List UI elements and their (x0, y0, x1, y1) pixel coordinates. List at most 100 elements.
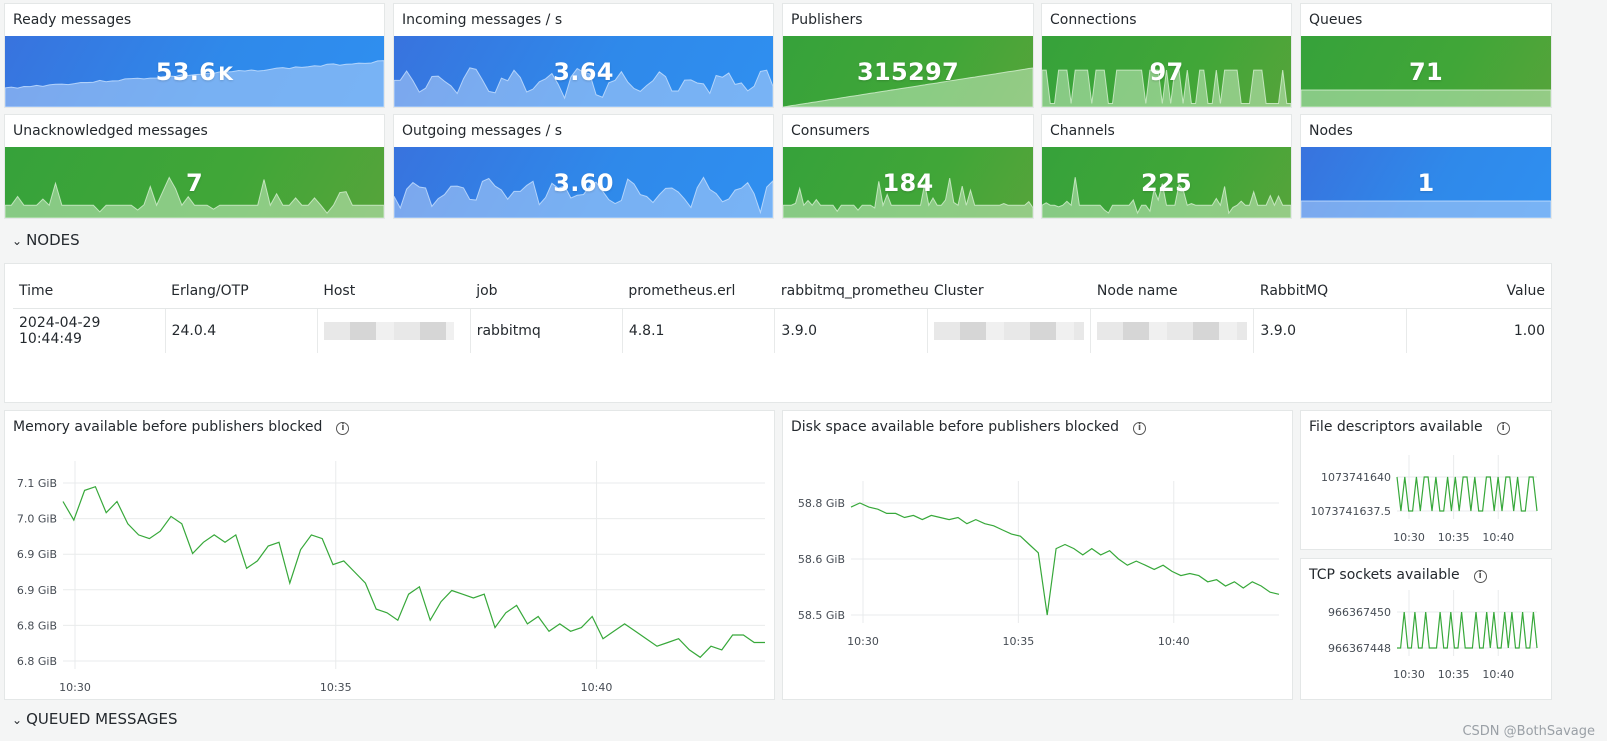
y-tick-label: 58.6 GiB (798, 553, 845, 566)
stat-title: Publishers (791, 12, 863, 28)
x-tick-label: 10:30 (59, 681, 91, 694)
chevron-down-icon: ⌄ (12, 713, 23, 727)
y-tick-label: 58.8 GiB (798, 497, 845, 510)
stat-value: 315297 (857, 57, 959, 86)
x-tick-label: 10:40 (581, 681, 613, 694)
x-tick-label: 10:40 (1482, 531, 1514, 544)
stat-panel: Consumers 184 (782, 114, 1034, 219)
fd-graph-panel: File descriptors available i 1073741640 10… (1300, 410, 1552, 550)
table-row: 2024-04-29 10:44:49 24.0.4 rabbitmq 4.8.… (13, 308, 1551, 353)
stat-value: 71 (1409, 57, 1443, 86)
redacted-host (323, 322, 454, 340)
column-header[interactable]: Node name (1090, 274, 1254, 309)
y-tick-label: 6.9 GiB (17, 584, 57, 597)
memory-chart: 7.1 GiB 7.0 GiB 6.9 GiB 6.9 GiB 6.8 GiB 6.8 G… (17, 461, 765, 694)
x-tick-label: 10:30 (1393, 531, 1425, 544)
stat-body: 184 (783, 147, 1033, 218)
stat-panel: Connections 97 (1041, 3, 1292, 108)
y-tick-label: 966367448 (1328, 642, 1391, 655)
watermark: CSDN @BothSavage (1462, 724, 1595, 739)
column-header[interactable]: Cluster (927, 274, 1091, 309)
stat-title: Ready messages (13, 12, 132, 28)
y-tick-label: 966367450 (1328, 606, 1391, 619)
redacted-cluster (934, 322, 1085, 340)
column-header[interactable]: Host (317, 274, 471, 309)
cell-job: rabbitmq (470, 308, 623, 353)
y-tick-label: 7.0 GiB (17, 513, 57, 526)
disk-chart: 58.8 GiB 58.6 GiB 58.5 GiB10:30 10:35 10:40 (798, 481, 1280, 648)
nodes-table-panel: Time Erlang/OTP Host job prometheus.erl … (4, 263, 1552, 403)
x-tick-label: 10:35 (320, 681, 352, 694)
section-queued-messages-toggle[interactable]: ⌄ QUEUED MESSAGES (12, 710, 177, 728)
stat-title: Channels (1050, 123, 1115, 139)
stat-body: 7 (5, 147, 384, 218)
x-tick-label: 10:35 (1438, 668, 1470, 681)
stat-title: Connections (1050, 12, 1137, 28)
cell-host (317, 308, 471, 353)
stat-value: 1 (1417, 168, 1435, 197)
cell-value: 1.00 (1513, 323, 1545, 339)
column-header[interactable]: Value (1406, 274, 1551, 309)
disk-graph-panel: Disk space available before publishers b… (782, 410, 1293, 700)
stat-body: 315297 (783, 36, 1033, 107)
table-header-row: Time Erlang/OTP Host job prometheus.erl … (13, 274, 1551, 309)
column-header[interactable]: rabbitmq_prometheu (774, 274, 928, 309)
cell-cluster (927, 308, 1092, 353)
stat-unit: K (218, 62, 234, 85)
y-tick-label: 7.1 GiB (17, 477, 57, 490)
y-tick-label: 58.5 GiB (798, 609, 845, 622)
series-line (1397, 611, 1538, 649)
series-line (62, 485, 765, 659)
stat-title: Outgoing messages / s (402, 123, 563, 139)
stat-panel: Unacknowledged messages 7 (4, 114, 385, 219)
stat-panel: Nodes 1 (1300, 114, 1552, 219)
y-tick-label: 1073741637.5 (1311, 505, 1391, 518)
stat-body: 3.60 (394, 147, 773, 218)
tcp-graph-panel: TCP sockets available i 966367450 96636744… (1300, 558, 1552, 700)
stat-panel: Queues 71 (1300, 3, 1552, 108)
stat-panel: Publishers 315297 (782, 3, 1034, 108)
cell-rabbitmq-prometheus: 3.9.0 (774, 308, 929, 353)
stat-value: 3.64 (553, 57, 614, 86)
series-line (1396, 476, 1538, 512)
x-tick-label: 10:35 (1438, 531, 1470, 544)
stat-body: 97 (1042, 36, 1291, 107)
cell-time: 2024-04-29 10:44:49 (13, 308, 166, 353)
stat-title: Queues (1309, 12, 1363, 28)
x-tick-label: 10:30 (1393, 668, 1425, 681)
stat-value: 184 (882, 168, 934, 197)
column-header[interactable]: prometheus.erl (622, 274, 775, 309)
cell-node-name (1090, 308, 1255, 353)
chevron-down-icon: ⌄ (12, 234, 23, 248)
stat-body: 3.64 (394, 36, 773, 107)
sparkline-area (1301, 89, 1551, 107)
cell-erlang: 24.0.4 (165, 308, 318, 353)
column-header[interactable]: Time (13, 274, 166, 309)
x-tick-label: 10:40 (1482, 668, 1514, 681)
redacted-node-name (1097, 322, 1248, 340)
stat-value: 97 (1149, 57, 1184, 86)
stat-title: Consumers (791, 123, 870, 139)
sparkline-area (1301, 200, 1551, 218)
nodes-table: Time Erlang/OTP Host job prometheus.erl … (13, 274, 1551, 353)
fd-chart: 1073741640 1073741637.510:30 10:35 10:40 (1311, 455, 1538, 544)
column-header[interactable]: Erlang/OTP (165, 274, 318, 309)
y-tick-label: 6.9 GiB (17, 548, 57, 561)
stat-value: 53.6 K (155, 57, 234, 86)
x-tick-label: 10:40 (1158, 635, 1190, 648)
stat-panel: Incoming messages / s 3.64 (393, 3, 774, 108)
tcp-chart: 966367450 96636744810:30 10:35 10:40 (1328, 590, 1538, 681)
memory-graph-panel: Memory available before publishers block… (4, 410, 775, 700)
stat-body: 53.6 K (5, 36, 384, 107)
stat-title: Incoming messages / s (402, 12, 563, 28)
cell-prometheus-erl: 4.8.1 (622, 308, 776, 353)
stat-title: Unacknowledged messages (13, 123, 208, 139)
stat-body: 1 (1301, 147, 1551, 218)
column-header[interactable]: RabbitMQ (1253, 274, 1407, 309)
y-tick-label: 1073741640 (1321, 471, 1391, 484)
column-header[interactable]: job (470, 274, 623, 309)
section-nodes-toggle[interactable]: ⌄ NODES (12, 231, 80, 249)
stat-value: 7 (186, 168, 203, 197)
stat-panel: Channels 225 (1041, 114, 1292, 219)
y-tick-label: 6.8 GiB (17, 619, 57, 632)
